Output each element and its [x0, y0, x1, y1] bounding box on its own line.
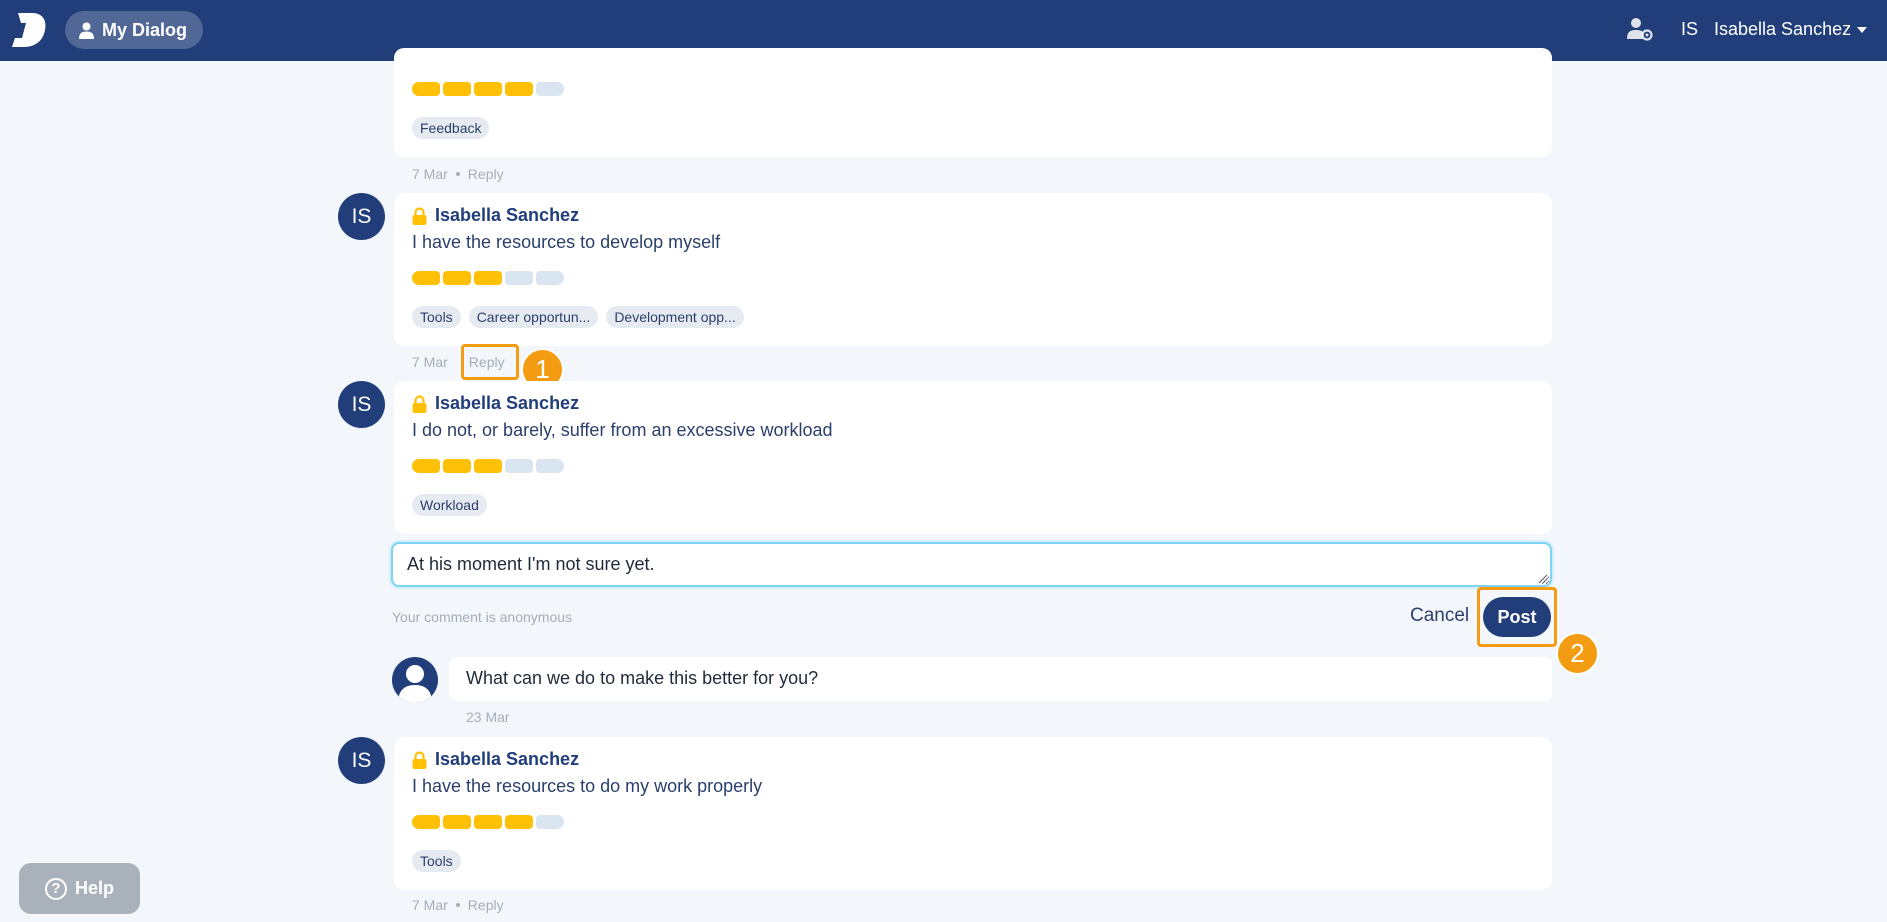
rating-segment-empty	[536, 271, 564, 285]
dialog-logo-icon[interactable]	[12, 11, 48, 49]
my-dialog-label: My Dialog	[102, 19, 188, 40]
help-button[interactable]: ? Help	[19, 863, 140, 914]
reply-textarea[interactable]	[391, 542, 1552, 587]
statement-text: I have the resources to develop myself	[412, 232, 721, 252]
card-date: 7 Mar	[412, 166, 448, 182]
tag: Tools	[412, 306, 461, 328]
lock-icon	[412, 750, 427, 769]
tag-list: Tools Career opportun... Development opp…	[412, 306, 744, 328]
user-name: Isabella Sanchez	[1714, 19, 1852, 39]
rating-segment-filled	[443, 82, 471, 96]
rating-segment-empty	[536, 82, 564, 96]
tag-list: Tools	[412, 850, 461, 872]
avatar-initials: IS	[351, 748, 372, 772]
author-name: Isabella Sanchez	[435, 205, 580, 225]
user-icon	[79, 22, 94, 39]
rating-segment-filled	[474, 459, 502, 473]
author-avatar: IS	[338, 193, 385, 240]
author-name: Isabella Sanchez	[435, 749, 580, 769]
rating-bar	[412, 459, 564, 473]
cancel-button[interactable]: Cancel	[1410, 605, 1469, 627]
chevron-down-icon	[1857, 26, 1868, 33]
user-initials: IS	[1681, 19, 1699, 39]
resize-handle-icon[interactable]	[1538, 574, 1548, 584]
user-menu-dropdown[interactable]: Isabella Sanchez	[1714, 19, 1868, 40]
rating-segment-filled	[505, 815, 533, 829]
step-number: 2	[1570, 638, 1585, 668]
rating-segment-filled	[412, 271, 440, 285]
reply-link[interactable]: Reply	[468, 166, 504, 182]
rating-segment-filled	[474, 82, 502, 96]
rating-bar	[412, 815, 564, 829]
tag: Career opportun...	[468, 306, 599, 328]
rating-segment-filled	[443, 459, 471, 473]
statement-card: Isabella Sanchez I do not, or barely, su…	[394, 381, 1552, 534]
author-name-row: Isabella Sanchez	[412, 205, 579, 226]
tag-list: Workload	[412, 494, 487, 516]
rating-segment-filled	[505, 82, 533, 96]
author-name-row: Isabella Sanchez	[412, 393, 579, 414]
statement-card: Feedback	[394, 48, 1552, 157]
author-name-row: Isabella Sanchez	[412, 749, 579, 770]
statement-text: I have the resources to do my work prope…	[412, 776, 763, 796]
manager-comment-bubble: What can we do to make this better for y…	[449, 657, 1552, 701]
statement-card: Isabella Sanchez I have the resources to…	[394, 737, 1552, 890]
rating-segment-filled	[474, 271, 502, 285]
rating-bar	[412, 271, 564, 285]
author-avatar: IS	[338, 381, 385, 428]
rating-segment-empty	[505, 459, 533, 473]
manager-comment-text: What can we do to make this better for y…	[466, 668, 819, 688]
lock-icon	[412, 206, 427, 225]
rating-segment-empty	[536, 815, 564, 829]
tag-list: Feedback	[412, 117, 490, 139]
avatar-initials: IS	[351, 204, 372, 228]
anonymous-note: Your comment is anonymous	[392, 609, 573, 625]
rating-segment-empty	[505, 271, 533, 285]
separator-dot	[455, 172, 460, 176]
tag: Workload	[412, 494, 487, 516]
author-name: Isabella Sanchez	[435, 393, 580, 413]
my-dialog-button[interactable]: My Dialog	[65, 11, 204, 49]
card-date: 7 Mar	[412, 897, 448, 913]
rating-segment-filled	[412, 82, 440, 96]
statement-text: I do not, or barely, suffer from an exce…	[412, 420, 833, 440]
user-settings-icon[interactable]	[1627, 17, 1653, 41]
separator-dot	[455, 903, 460, 907]
manager-comment-date: 23 Mar	[466, 709, 510, 725]
rating-bar	[412, 82, 564, 96]
card-date: 7 Mar	[412, 354, 448, 370]
avatar-initials: IS	[351, 392, 372, 416]
rating-segment-filled	[443, 271, 471, 285]
tag: Development opp...	[606, 306, 744, 328]
rating-segment-empty	[536, 459, 564, 473]
rating-segment-filled	[443, 815, 471, 829]
rating-segment-filled	[412, 459, 440, 473]
step-highlight-box	[461, 344, 519, 380]
step-badge: 2	[1556, 632, 1599, 675]
lock-icon	[412, 394, 427, 413]
tag: Tools	[412, 850, 461, 872]
card-meta: 7 Mar Reply	[412, 166, 504, 182]
author-avatar: IS	[338, 737, 385, 784]
rating-segment-filled	[412, 815, 440, 829]
user-silhouette-icon	[398, 665, 432, 703]
step-highlight-box	[1477, 587, 1557, 647]
manager-avatar	[392, 657, 438, 703]
card-meta: 7 Mar Reply	[412, 897, 504, 913]
statement-card: Isabella Sanchez I have the resources to…	[394, 193, 1552, 346]
help-icon: ?	[44, 877, 67, 900]
help-label: Help	[74, 878, 114, 898]
reply-link[interactable]: Reply	[468, 897, 504, 913]
rating-segment-filled	[474, 815, 502, 829]
tag: Feedback	[412, 117, 490, 139]
